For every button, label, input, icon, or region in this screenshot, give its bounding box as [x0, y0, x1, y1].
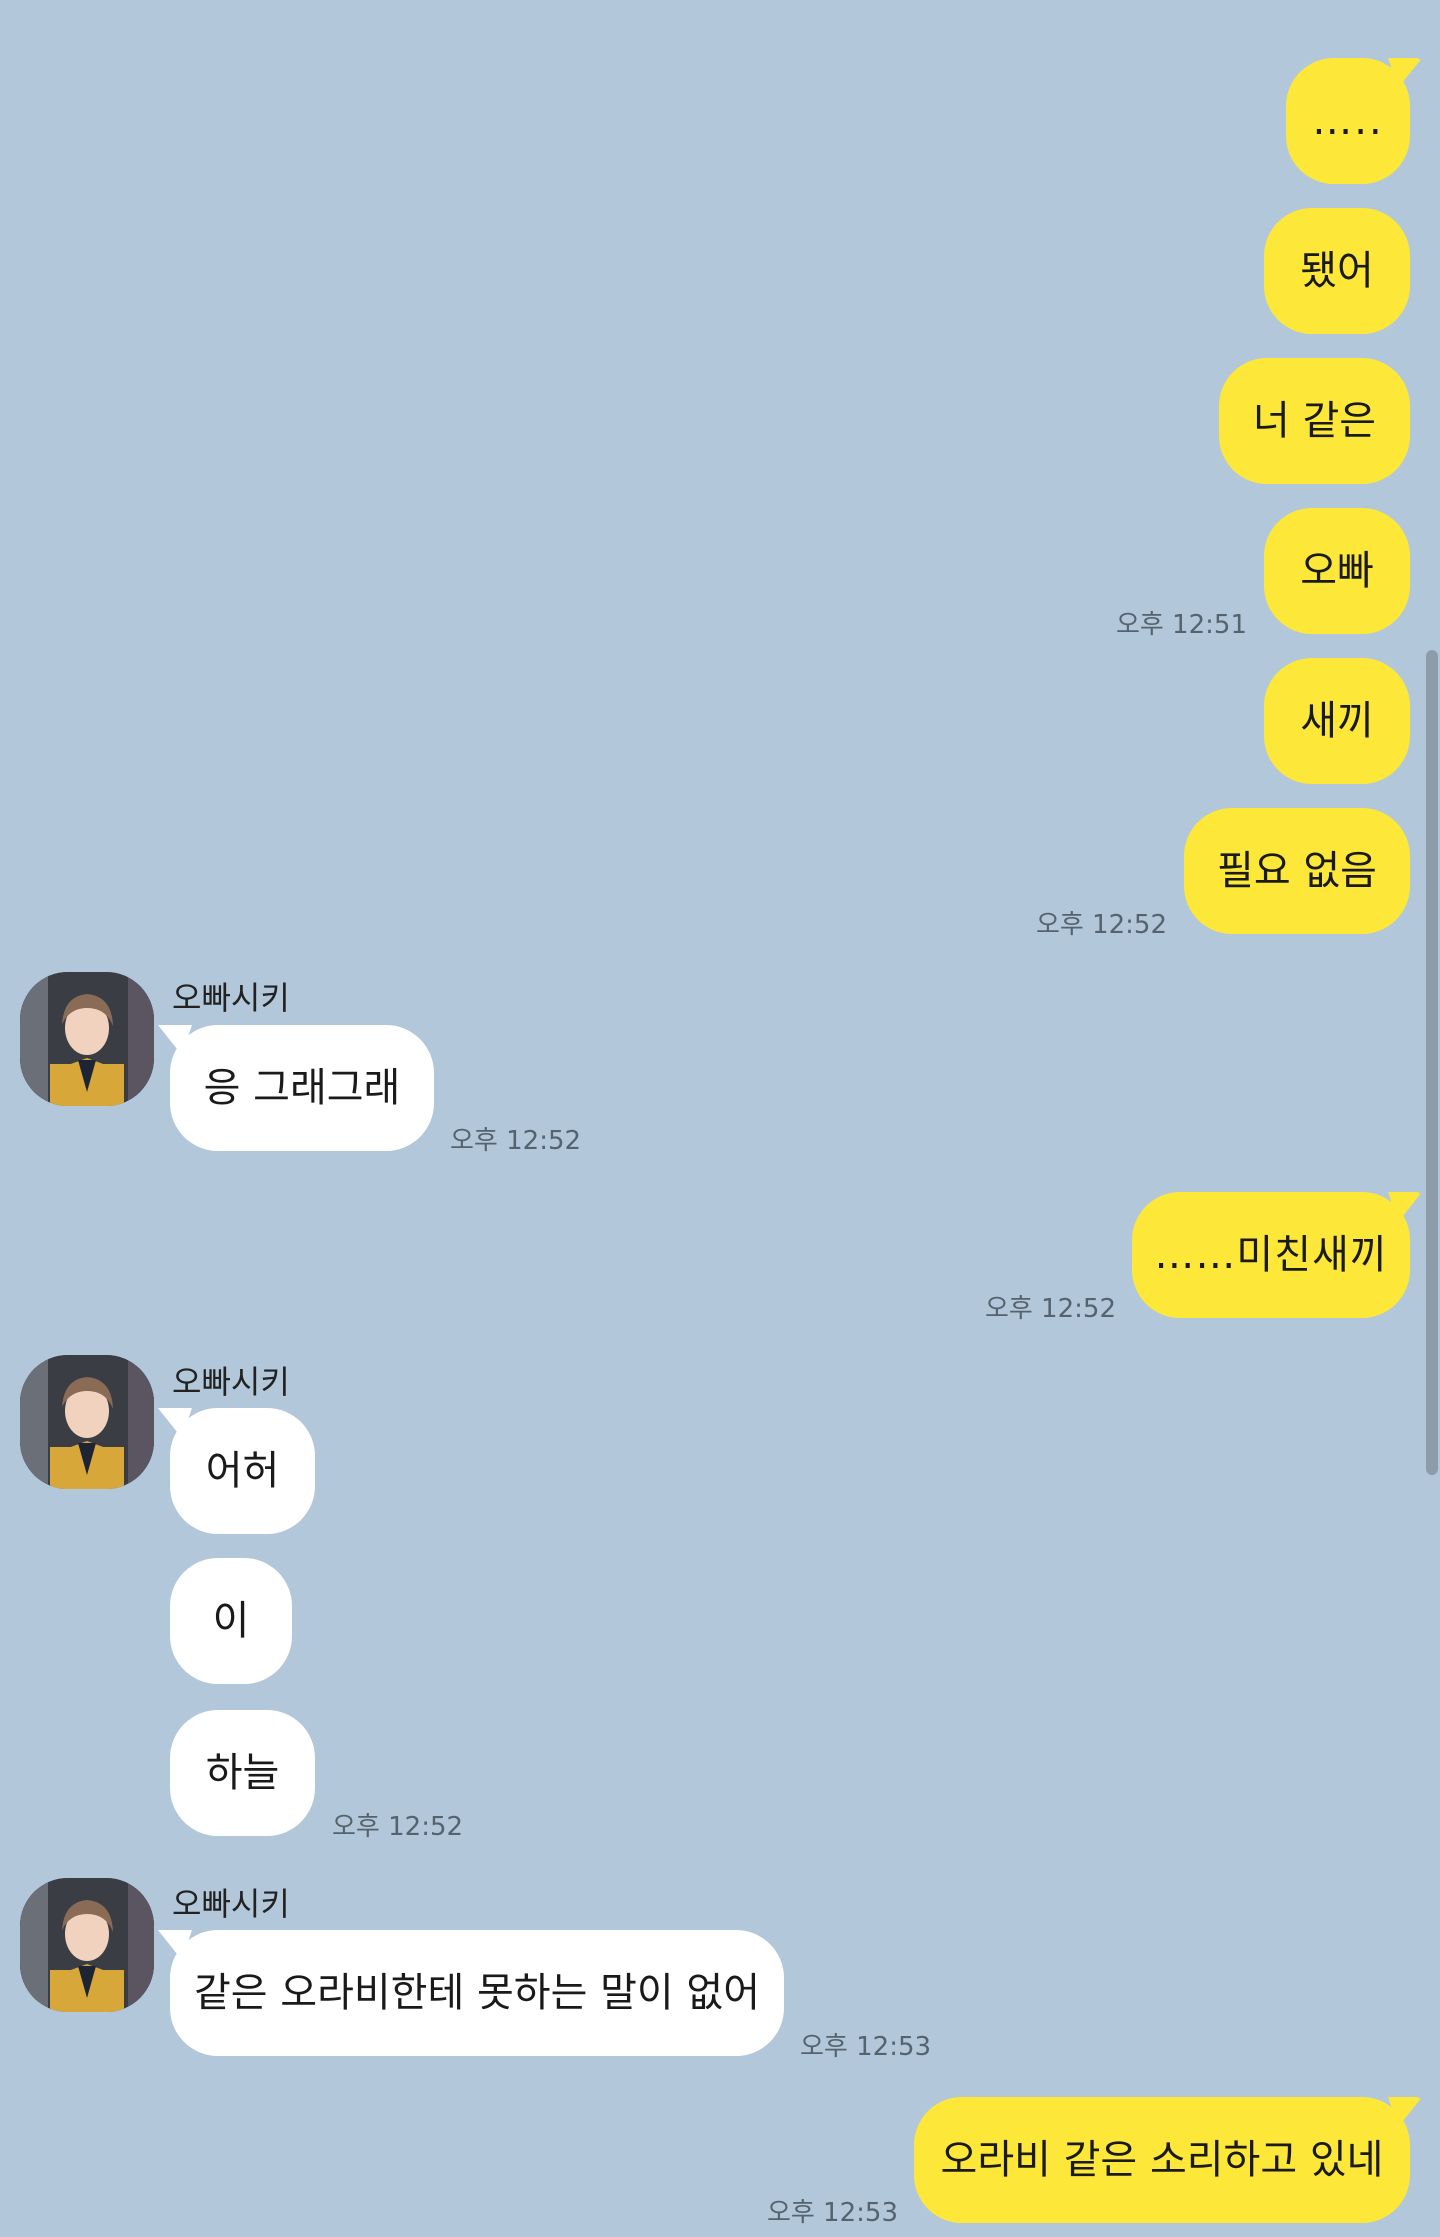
- their-message-bubble[interactable]: 응 그래그래: [170, 1025, 434, 1151]
- my-message-bubble[interactable]: 필요 없음: [1184, 808, 1410, 934]
- message-text: 필요 없음: [1217, 848, 1377, 894]
- my-message-bubble[interactable]: 오라비 같은 소리하고 있네: [914, 2097, 1410, 2223]
- message-text: 어허: [205, 1448, 280, 1494]
- chat-area[interactable]: ….. 됐어 너 같은 오빠 오후 12:51 새끼 필요 없음 오후 12:5…: [0, 0, 1440, 2237]
- their-message-bubble[interactable]: 같은 오라비한테 못하는 말이 없어: [170, 1930, 784, 2056]
- message-text: 새끼: [1300, 698, 1374, 744]
- my-message-bubble[interactable]: 너 같은: [1219, 358, 1410, 484]
- sender-name: 오빠시키: [172, 1885, 290, 1923]
- avatar[interactable]: [20, 972, 154, 1106]
- message-text: 이: [212, 1598, 250, 1644]
- sender-name: 오빠시키: [172, 1363, 290, 1401]
- message-timestamp: 오후 12:53: [766, 2198, 898, 2228]
- message-timestamp: 오후 12:51: [1115, 610, 1247, 640]
- my-message-bubble[interactable]: 새끼: [1264, 658, 1410, 784]
- avatar[interactable]: [20, 1355, 154, 1489]
- sender-name: 오빠시키: [172, 979, 290, 1017]
- message-timestamp: 오후 12:52: [450, 1126, 582, 1156]
- message-timestamp: 오후 12:53: [800, 2032, 932, 2062]
- message-timestamp: 오후 12:52: [332, 1812, 464, 1842]
- scrollbar[interactable]: [1426, 650, 1438, 1475]
- message-text: 오라비 같은 소리하고 있네: [940, 2137, 1384, 2183]
- their-message-bubble[interactable]: 하늘: [170, 1710, 315, 1836]
- message-timestamp: 오후 12:52: [1035, 910, 1167, 940]
- my-message-bubble[interactable]: ……미친새끼: [1132, 1192, 1410, 1318]
- message-text: 오빠: [1300, 548, 1374, 594]
- message-text: 하늘: [205, 1750, 280, 1796]
- my-message-bubble[interactable]: …..: [1286, 58, 1410, 184]
- message-text: 너 같은: [1252, 398, 1377, 444]
- avatar[interactable]: [20, 1878, 154, 2012]
- my-message-bubble[interactable]: 됐어: [1264, 208, 1410, 334]
- message-text: 됐어: [1300, 248, 1374, 294]
- message-text: 같은 오라비한테 못하는 말이 없어: [193, 1970, 761, 2016]
- message-text: …..: [1312, 98, 1384, 144]
- message-text: 응 그래그래: [203, 1065, 401, 1111]
- message-timestamp: 오후 12:52: [984, 1294, 1116, 1324]
- message-text: ……미친새끼: [1154, 1232, 1388, 1278]
- their-message-bubble[interactable]: 어허: [170, 1408, 315, 1534]
- my-message-bubble[interactable]: 오빠: [1264, 508, 1410, 634]
- their-message-bubble[interactable]: 이: [170, 1558, 292, 1684]
